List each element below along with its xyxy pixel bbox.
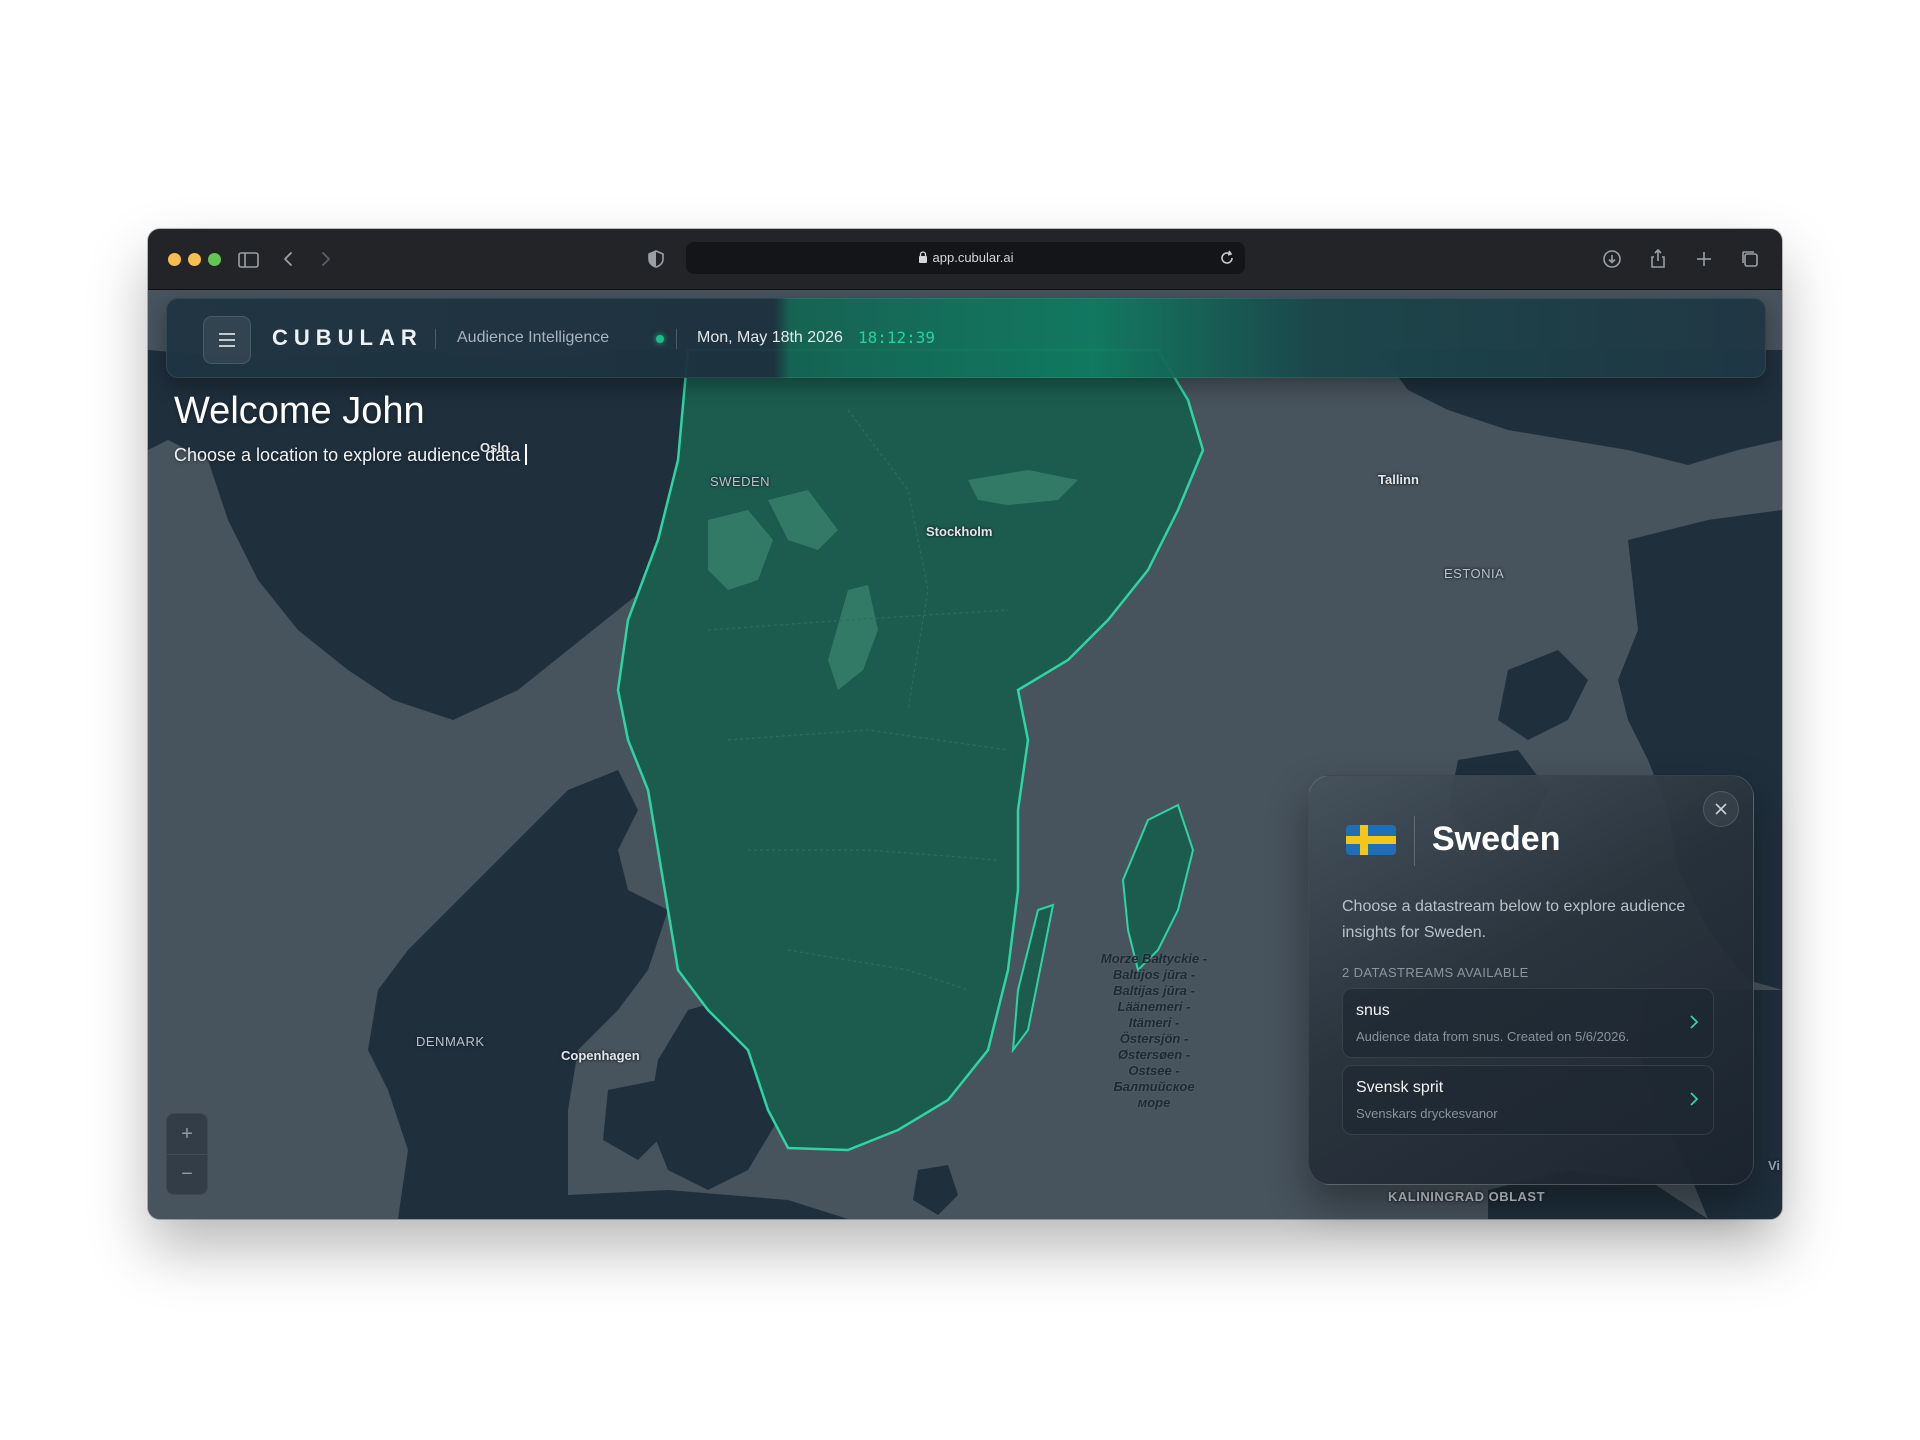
app-header: CUBULAR Audience Intelligence Mon, May 1…	[166, 298, 1766, 378]
address-text: app.cubular.ai	[686, 250, 1245, 265]
chevron-right-icon	[1690, 1092, 1699, 1106]
datastream-subtitle: Audience data from snus. Created on 5/6/…	[1356, 1029, 1630, 1044]
welcome-title: Welcome John	[174, 390, 425, 432]
lock-icon	[918, 251, 927, 263]
share-icon[interactable]	[1644, 245, 1672, 273]
datastream-item-snus[interactable]: snus Audience data from snus. Created on…	[1342, 988, 1714, 1058]
datastream-count: 2 DATASTREAMS AVAILABLE	[1342, 965, 1529, 980]
hamburger-icon	[219, 333, 235, 347]
country-detail-panel: Sweden Choose a datastream below to expl…	[1308, 775, 1754, 1185]
reload-icon[interactable]	[1217, 248, 1237, 268]
map-label-sweden: SWEDEN	[710, 474, 771, 489]
zoom-in-button[interactable]: +	[167, 1114, 207, 1155]
zoom-window-button[interactable]	[208, 253, 221, 266]
map-label-baltic-sea: Morze Bałtyckie - Baltijos jūra - Baltij…	[1100, 951, 1208, 1110]
header-date: Mon, May 18th 2026	[697, 329, 843, 346]
welcome-subtitle-text: Choose a location to explore audience da…	[174, 445, 521, 465]
datastream-name: Svensk sprit	[1356, 1079, 1444, 1096]
brand-logo: CUBULAR	[272, 325, 423, 350]
back-icon[interactable]	[275, 245, 303, 273]
zoom-out-button[interactable]: −	[167, 1154, 207, 1194]
sidebar-toggle-icon[interactable]	[234, 245, 262, 273]
minimize-window-button[interactable]	[188, 253, 201, 266]
forward-icon[interactable]	[311, 245, 339, 273]
zoom-control: + −	[166, 1113, 208, 1195]
tab-overview-icon[interactable]	[1736, 245, 1764, 273]
map-label-tallinn: Tallinn	[1378, 472, 1419, 487]
map-label-edge: Vi	[1768, 1158, 1781, 1173]
map-label-copenhagen: Copenhagen	[561, 1048, 640, 1063]
address-bar[interactable]: app.cubular.ai	[686, 242, 1245, 274]
panel-divider	[1414, 816, 1415, 866]
datastream-item-svensk-sprit[interactable]: Svensk sprit Svenskars dryckesvanor	[1342, 1065, 1714, 1135]
privacy-shield-icon[interactable]	[642, 245, 670, 273]
sweden-flag-icon	[1346, 821, 1396, 859]
panel-country-title: Sweden	[1432, 820, 1561, 858]
text-caret	[525, 444, 528, 465]
map-label-denmark: DENMARK	[416, 1034, 485, 1049]
chevron-right-icon	[1690, 1015, 1699, 1029]
header-divider	[676, 329, 677, 349]
new-tab-icon[interactable]	[1690, 245, 1718, 273]
datastream-subtitle: Svenskars dryckesvanor	[1356, 1106, 1498, 1121]
map-label-stockholm: Stockholm	[926, 524, 993, 539]
header-subtitle: Audience Intelligence	[457, 329, 610, 346]
header-clock: 18:12:39	[858, 328, 936, 347]
close-panel-button[interactable]	[1703, 791, 1739, 827]
menu-button[interactable]	[203, 316, 251, 364]
browser-titlebar: app.cubular.ai	[148, 229, 1782, 290]
header-divider	[435, 329, 436, 349]
close-icon	[1715, 803, 1727, 815]
status-indicator	[656, 335, 664, 343]
datastream-name: snus	[1356, 1002, 1390, 1019]
map-label-estonia: ESTONIA	[1444, 566, 1505, 581]
url-text: app.cubular.ai	[932, 250, 1014, 265]
close-window-button[interactable]	[168, 253, 181, 266]
panel-description: Choose a datastream below to explore aud…	[1342, 898, 1686, 941]
map-label-kaliningrad: KALININGRAD OBLAST	[1388, 1189, 1546, 1204]
welcome-subtitle: Choose a location to explore audience da…	[174, 444, 528, 466]
downloads-icon[interactable]	[1598, 245, 1626, 273]
